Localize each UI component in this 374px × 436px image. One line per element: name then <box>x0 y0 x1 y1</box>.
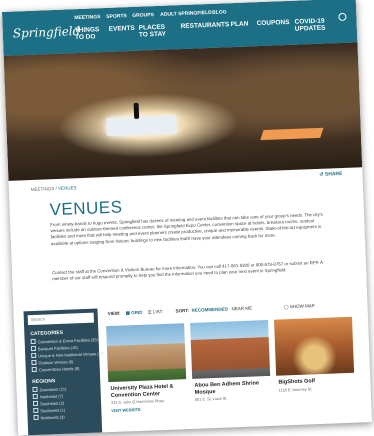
region-filter[interactable]: Northwest (3) <box>33 414 65 421</box>
nav-groups[interactable]: Groups <box>132 12 154 19</box>
search-icon[interactable] <box>338 12 347 22</box>
brochure-page: Springfield Meetings Sports Groups Adult… <box>1 0 373 436</box>
venue-photo <box>106 323 187 383</box>
nav-things-to-do[interactable]: Things To Do <box>75 26 102 41</box>
nav-blog[interactable]: Blog <box>212 9 227 16</box>
category-filter[interactable]: Outdoor Venues (8) <box>31 358 73 365</box>
category-filter[interactable]: Unique & Non-traditional Venues (10) <box>31 350 104 359</box>
regions-heading: REGIONS <box>32 378 56 386</box>
categories-heading: CATEGORIES <box>30 329 64 338</box>
nav-places-to-stay[interactable]: Places To Stay <box>139 23 172 39</box>
share-label: SHARE <box>324 171 343 178</box>
breadcrumb: MEETINGS / VENUES <box>31 185 77 192</box>
nav-coupons[interactable]: Coupons <box>256 19 289 27</box>
region-filter[interactable]: Northeast (7) <box>33 393 64 400</box>
sidebar-search-input[interactable]: Search <box>27 312 94 326</box>
region-filter[interactable]: Southeast (2) <box>33 400 64 407</box>
sort-label: SORT: <box>175 307 190 314</box>
share-icon: ↺ <box>319 171 324 178</box>
venue-photo <box>274 316 355 376</box>
venue-title[interactable]: University Plaza Hotel & Convention Cent… <box>110 383 184 399</box>
venue-card[interactable]: University Plaza Hotel & Convention Cent… <box>106 323 188 427</box>
region-filter[interactable]: Southwest (1) <box>33 407 65 414</box>
hero-speaker <box>133 102 140 119</box>
contact-paragraph: Contact the staff at the Convention & Vi… <box>51 259 323 282</box>
venue-address: 333 S. John Q Hammons Pkwy. <box>111 398 165 406</box>
category-filter[interactable]: Convention & Event Facilities (35) <box>31 337 98 345</box>
list-label: LIST <box>152 309 163 315</box>
breadcrumb-current[interactable]: VENUES <box>58 185 77 191</box>
nav-events[interactable]: Events <box>109 25 135 33</box>
springfield-logo[interactable]: Springfield <box>12 22 81 44</box>
category-filter[interactable]: Conventions Hotels (8) <box>32 365 80 373</box>
nav-sports[interactable]: Sports <box>106 13 127 20</box>
list-view-button[interactable]: ☰ LIST <box>147 306 163 319</box>
show-map-label: SHOW MAP <box>289 303 315 310</box>
venue-photo <box>190 319 271 379</box>
view-label: VIEW: <box>107 310 121 317</box>
grid-label: GRID <box>131 309 143 316</box>
grid-view-button[interactable]: ▦ GRID <box>125 307 143 320</box>
venue-card[interactable]: BigShots Golf 1155 E. Kearney St. <box>274 316 356 420</box>
breadcrumb-root[interactable]: MEETINGS <box>31 186 55 192</box>
sort-recommended[interactable]: RECOMMENDED <box>191 304 228 317</box>
nav-restaurants[interactable]: Restaurants <box>181 21 230 30</box>
show-map-button[interactable]: ◯ SHOW MAP <box>283 300 315 313</box>
nav-meetings[interactable]: Meetings <box>74 14 100 21</box>
nav-covid-updates[interactable]: Covid-19 Updates <box>294 17 331 33</box>
share-button[interactable]: ↺ SHARE <box>319 171 342 178</box>
filter-sidebar: Search CATEGORIES Convention & Event Fac… <box>23 308 105 436</box>
results-toolbar: VIEW: ▦ GRID ☰ LIST SORT: RECOMMENDED NE… <box>103 299 349 320</box>
venue-card[interactable]: Abou Ben Adhem Shrine Mosque 601 E. St. … <box>190 319 272 423</box>
venue-address: 1155 E. Kearney St. <box>278 386 313 393</box>
venue-address: 601 E. St. Louis St. <box>194 396 228 402</box>
hero-image <box>3 42 363 181</box>
page-title: VENUES <box>49 197 123 220</box>
nav-adult-springfield[interactable]: Adult Springfield <box>160 10 212 18</box>
hero-stage <box>106 115 177 137</box>
venue-title[interactable]: Abou Ben Adhem Shrine Mosque <box>194 380 268 396</box>
region-filter[interactable]: Downtown (21) <box>32 386 66 393</box>
visit-website-link[interactable]: VISIT WEBSITE <box>111 405 185 413</box>
nav-plan[interactable]: Plan <box>231 21 249 29</box>
sort-near-me[interactable]: NEAR ME <box>231 303 252 316</box>
hero-screen <box>260 127 324 141</box>
